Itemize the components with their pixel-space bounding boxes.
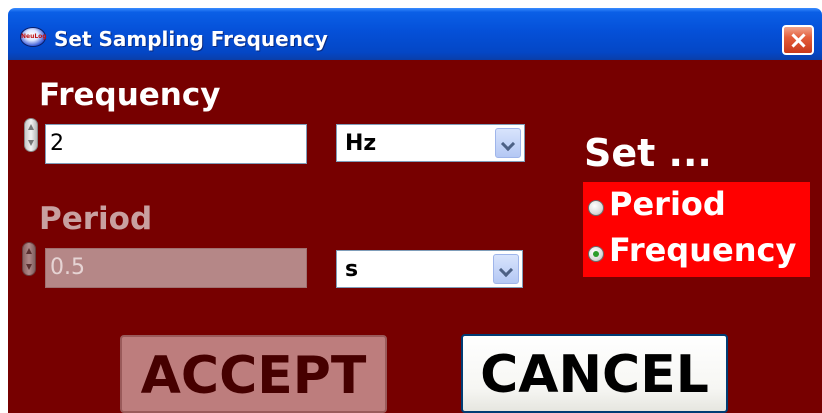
app-logo-icon: NeuLog: [20, 27, 47, 47]
cancel-button[interactable]: CANCEL: [461, 334, 728, 413]
window-title: Set Sampling Frequency: [54, 27, 328, 51]
period-unit-value: s: [345, 257, 359, 282]
period-spinner: [22, 242, 36, 276]
frequency-label: Frequency: [39, 77, 221, 113]
radio-frequency-label[interactable]: Frequency: [609, 234, 796, 266]
radio-set-frequency[interactable]: Frequency: [583, 230, 810, 276]
radio-unchecked-icon[interactable]: [588, 200, 604, 216]
set-sampling-frequency-dialog: NeuLog Set Sampling Frequency Frequency …: [8, 8, 822, 413]
dialog-body: Frequency 2 Hz Period 0.5 s Set ... Peri…: [8, 60, 822, 413]
chevron-down-icon[interactable]: [495, 128, 521, 158]
frequency-spinner[interactable]: [24, 118, 38, 152]
close-button[interactable]: [782, 25, 814, 55]
frequency-unit-select[interactable]: Hz: [336, 124, 525, 162]
set-radio-group: Period Frequency: [583, 182, 810, 277]
frequency-unit-value: Hz: [345, 131, 377, 156]
radio-period-label[interactable]: Period: [609, 188, 726, 220]
radio-set-period[interactable]: Period: [583, 184, 810, 230]
title-bar[interactable]: NeuLog Set Sampling Frequency: [8, 8, 822, 60]
chevron-down-icon[interactable]: [493, 254, 519, 284]
radio-checked-icon[interactable]: [588, 246, 604, 262]
period-label: Period: [39, 201, 153, 237]
frequency-input[interactable]: 2: [45, 124, 307, 164]
app-logo-text: NeuLog: [21, 33, 47, 40]
set-group-title: Set ...: [584, 131, 712, 175]
accept-button[interactable]: ACCEPT: [120, 335, 387, 413]
period-input: 0.5: [45, 248, 307, 288]
period-unit-select[interactable]: s: [336, 250, 523, 288]
